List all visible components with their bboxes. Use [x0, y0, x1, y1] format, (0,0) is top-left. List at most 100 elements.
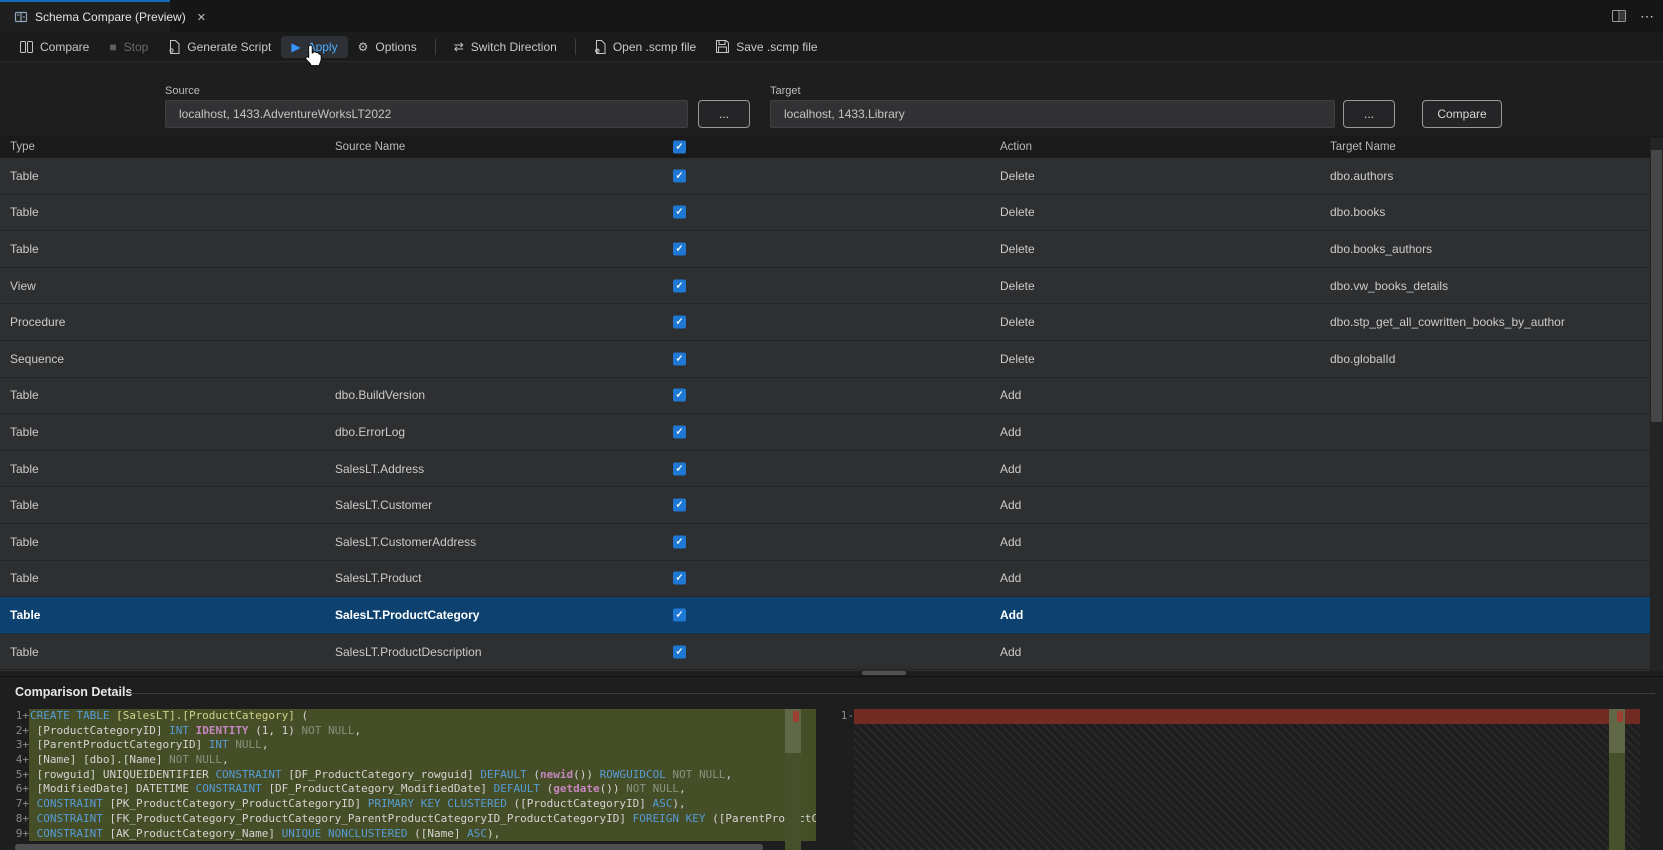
- grid-row[interactable]: Table Delete dbo.authors: [0, 158, 1663, 195]
- row-include-checkbox[interactable]: [673, 462, 686, 476]
- target-pane-overview-ruler[interactable]: [1609, 709, 1625, 850]
- diff-target-pane[interactable]: 1-: [838, 709, 1640, 724]
- toolbar-separator: [574, 38, 576, 55]
- diff-source-line: 8+ CONSTRAINT [FK_ProductCategory_Produc…: [15, 811, 816, 827]
- compare-toolbar-button[interactable]: Compare: [10, 36, 99, 58]
- source-pane-horizontal-scrollbar[interactable]: [15, 844, 763, 850]
- play-icon: ▶: [291, 39, 301, 54]
- row-action: Add: [1000, 388, 1022, 403]
- stop-icon: ■: [109, 39, 117, 54]
- grid-row[interactable]: Table SalesLT.ProductDescription Add: [0, 634, 1663, 671]
- diff-right-line-number: 1-: [840, 709, 854, 722]
- row-type: Table: [10, 168, 39, 183]
- tab-close-icon[interactable]: ✕: [197, 11, 206, 24]
- grid-row[interactable]: Procedure Delete dbo.stp_get_all_cowritt…: [0, 304, 1663, 341]
- row-action: Add: [1000, 607, 1024, 622]
- switch-direction-icon: ⇄: [453, 39, 464, 54]
- grid-row[interactable]: Table SalesLT.Customer Add: [0, 487, 1663, 524]
- header-include-checkbox[interactable]: [673, 140, 686, 154]
- row-include-checkbox[interactable]: [673, 608, 686, 622]
- row-type: Table: [10, 607, 41, 622]
- diff-source-pane[interactable]: 1+ CREATE TABLE [SalesLT].[ProductCategor…: [15, 709, 816, 842]
- options-button[interactable]: ⚙ Options: [348, 36, 427, 58]
- apply-button[interactable]: ▶ Apply: [281, 35, 348, 58]
- target-input[interactable]: localhost, 1433.Library: [770, 100, 1335, 128]
- schema-compare-toolbar: Compare ■ Stop Generate Script ▶ Apply ⚙…: [0, 32, 1663, 62]
- row-include-checkbox[interactable]: [673, 571, 686, 585]
- grid-row[interactable]: View Delete dbo.vw_books_details: [0, 268, 1663, 305]
- script-file-icon: [168, 39, 180, 54]
- sql-code-line: [ProductCategoryID] INT IDENTITY (1, 1) …: [29, 723, 816, 739]
- grid-row[interactable]: Table SalesLT.Address Add: [0, 451, 1663, 488]
- open-scmp-label: Open .scmp file: [612, 39, 697, 54]
- row-type: Table: [10, 571, 39, 586]
- diff-source-line: 5+ [rowguid] UNIQUEIDENTIFIER CONSTRAINT…: [15, 767, 816, 783]
- compare-run-button[interactable]: Compare: [1422, 100, 1502, 128]
- row-include-checkbox[interactable]: [673, 645, 686, 659]
- grid-row[interactable]: Table SalesLT.CustomerAddress Add: [0, 524, 1663, 561]
- panel-resize-handle[interactable]: [862, 671, 906, 675]
- row-type: Table: [10, 205, 39, 220]
- row-action: Delete: [1000, 351, 1035, 366]
- grid-row[interactable]: Table Delete dbo.books: [0, 195, 1663, 232]
- grid-row[interactable]: Sequence Delete dbo.globalId: [0, 341, 1663, 378]
- grid-row[interactable]: Table dbo.BuildVersion Add: [0, 378, 1663, 415]
- row-type: Table: [10, 644, 39, 659]
- grid-row[interactable]: Table Delete dbo.books_authors: [0, 231, 1663, 268]
- diff-line-number: 4+: [15, 753, 29, 767]
- row-target-name: dbo.vw_books_details: [1330, 278, 1449, 293]
- row-include-checkbox[interactable]: [673, 242, 686, 256]
- row-action: Add: [1000, 424, 1022, 439]
- source-pane-overview-ruler[interactable]: [785, 709, 801, 850]
- source-browse-button[interactable]: ...: [698, 100, 750, 128]
- grid-row[interactable]: Table SalesLT.Product Add: [0, 561, 1663, 598]
- row-action: Delete: [1000, 205, 1035, 220]
- diff-line-number: 7+: [15, 797, 29, 811]
- diff-line-number: 2+: [15, 723, 29, 737]
- row-include-checkbox[interactable]: [673, 352, 686, 366]
- stop-button[interactable]: ■ Stop: [99, 36, 158, 58]
- split-editor-icon[interactable]: [1612, 10, 1626, 22]
- header-action[interactable]: Action: [1000, 141, 1032, 153]
- switch-direction-label: Switch Direction: [470, 39, 557, 54]
- grid-row[interactable]: Table dbo.ErrorLog Add: [0, 414, 1663, 451]
- diff-line-number: 6+: [15, 782, 29, 796]
- switch-direction-button[interactable]: ⇄ Switch Direction: [444, 36, 567, 58]
- row-include-checkbox[interactable]: [673, 169, 686, 183]
- title-bar: Schema Compare (Preview) ✕ ⋯: [0, 0, 1663, 32]
- diff-source-line: 1+ CREATE TABLE [SalesLT].[ProductCategor…: [15, 709, 816, 724]
- sql-code-line: CONSTRAINT [PK_ProductCategory_ProductCa…: [29, 797, 816, 812]
- row-include-checkbox[interactable]: [673, 535, 686, 549]
- row-include-checkbox[interactable]: [673, 498, 686, 512]
- diff-line-number: 9+: [15, 826, 29, 840]
- generate-script-label: Generate Script: [187, 39, 272, 54]
- row-include-checkbox[interactable]: [673, 425, 686, 439]
- row-action: Add: [1000, 461, 1022, 476]
- row-target-name: dbo.books: [1330, 205, 1386, 220]
- header-source-name[interactable]: Source Name: [335, 141, 405, 153]
- row-action: Add: [1000, 498, 1022, 513]
- target-browse-button[interactable]: ...: [1343, 100, 1395, 128]
- sql-code-line: CONSTRAINT [AK_ProductCategory_Name] UNI…: [29, 826, 816, 842]
- row-action: Delete: [1000, 315, 1035, 330]
- header-type[interactable]: Type: [10, 141, 35, 153]
- row-source-name: dbo.ErrorLog: [335, 424, 406, 439]
- row-include-checkbox[interactable]: [673, 315, 686, 329]
- header-target-name[interactable]: Target Name: [1330, 141, 1396, 153]
- diff-line-number: 3+: [15, 738, 29, 752]
- source-input[interactable]: localhost, 1433.AdventureWorksLT2022: [165, 100, 688, 128]
- row-include-checkbox[interactable]: [673, 279, 686, 293]
- more-actions-icon[interactable]: ⋯: [1640, 8, 1655, 25]
- grid-row[interactable]: Table SalesLT.ProductCategory Add: [0, 597, 1663, 634]
- compare-icon: [20, 40, 33, 53]
- row-target-name: dbo.globalId: [1330, 351, 1396, 366]
- open-scmp-button[interactable]: Open .scmp file: [584, 36, 706, 58]
- diff-source-line: 7+ CONSTRAINT [PK_ProductCategory_Produc…: [15, 797, 816, 812]
- generate-script-button[interactable]: Generate Script: [158, 36, 281, 58]
- save-scmp-button[interactable]: Save .scmp file: [706, 36, 827, 58]
- grid-vertical-scrollbar-thumb[interactable]: [1651, 150, 1662, 422]
- row-include-checkbox[interactable]: [673, 388, 686, 402]
- overview-delete-mark: [1617, 711, 1623, 722]
- tab-schema-compare[interactable]: Schema Compare (Preview) ✕: [0, 0, 206, 32]
- row-include-checkbox[interactable]: [673, 205, 686, 219]
